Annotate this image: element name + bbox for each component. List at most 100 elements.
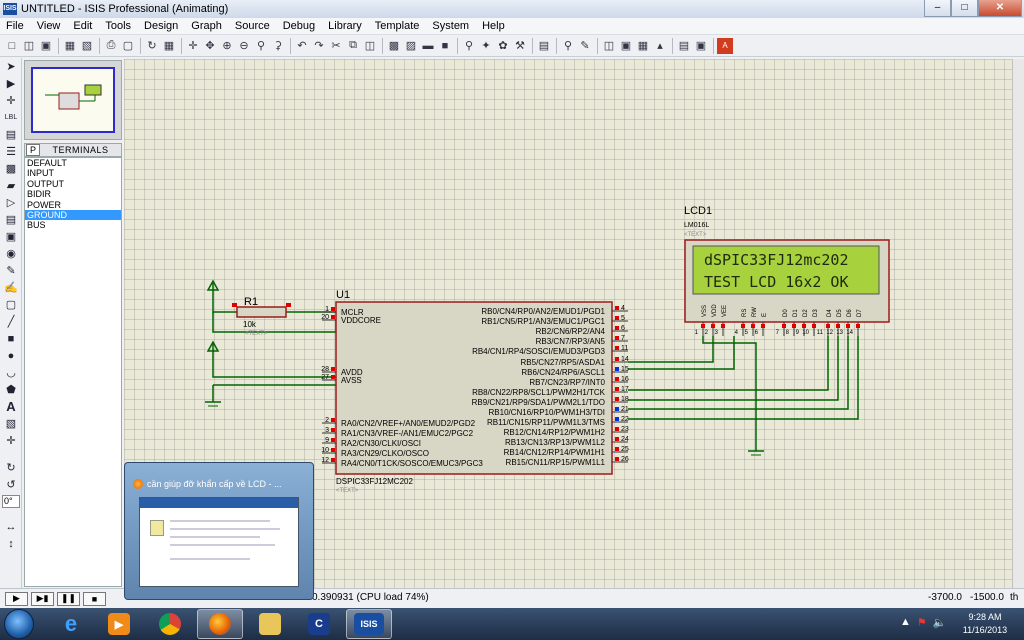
marker-icon[interactable]: ✛ [1, 432, 21, 449]
property-tool-icon[interactable]: ✎ [577, 38, 593, 54]
vertical-scrollbar[interactable] [1012, 59, 1024, 588]
wire-label-icon[interactable]: LBL [1, 109, 21, 126]
taskbar-media-player[interactable]: ▶ [96, 609, 142, 639]
virtual-instruments-icon[interactable]: ▢ [1, 296, 21, 313]
design-explorer-icon[interactable]: ◫ [601, 38, 617, 54]
component-mode-icon[interactable]: ▶ [1, 75, 21, 92]
wire[interactable] [212, 355, 336, 378]
open-folder-icon[interactable]: ◫ [21, 38, 37, 54]
terminal-bus[interactable]: BUS [25, 220, 121, 230]
block-copy-icon[interactable]: ▩ [386, 38, 402, 54]
menu-tools[interactable]: Tools [105, 20, 131, 32]
search-tag-icon[interactable]: ⚲ [560, 38, 576, 54]
origin-icon[interactable]: ✛ [185, 38, 201, 54]
taskbar-thumbnail-preview[interactable]: cần giúp đỡ khẩn cấp về LCD - ... [124, 462, 314, 600]
voltage-probe-icon[interactable]: ✎ [1, 262, 21, 279]
minimize-button[interactable]: – [924, 0, 951, 17]
rotate-anticlockwise-icon[interactable]: ↺ [1, 476, 21, 493]
terminal-default[interactable]: DEFAULT [25, 158, 121, 168]
print-icon[interactable]: ⎙ [103, 38, 119, 54]
close-button[interactable]: ✕ [978, 0, 1022, 17]
taskbar-isis[interactable]: ISIS [346, 609, 392, 639]
import-icon[interactable]: ▦ [62, 38, 78, 54]
menu-template[interactable]: Template [375, 20, 420, 32]
ground-terminal[interactable] [205, 385, 221, 407]
save-icon[interactable]: ▣ [38, 38, 54, 54]
zoom-all-icon[interactable]: ⚲ [253, 38, 269, 54]
block-move-icon[interactable]: ▨ [403, 38, 419, 54]
menu-help[interactable]: Help [482, 20, 505, 32]
stop-button[interactable]: ■ [83, 591, 106, 606]
copy-icon[interactable]: ⧉ [345, 38, 361, 54]
new-file-icon[interactable]: □ [4, 38, 20, 54]
lcd-lcd1[interactable]: LCD1 LM016L <TEXT> dSPIC33FJ12mc202 TEST… [684, 205, 890, 336]
pick-devices-button[interactable]: P [26, 144, 40, 156]
ground-terminal[interactable] [748, 439, 764, 456]
rotate-clockwise-icon[interactable]: ↻ [1, 459, 21, 476]
taskbar-firefox[interactable] [197, 609, 243, 639]
wire[interactable] [628, 336, 859, 420]
menu-view[interactable]: View [37, 20, 61, 32]
block-delete-icon[interactable]: ■ [437, 38, 453, 54]
wire[interactable] [702, 336, 757, 439]
taskbar-chrome[interactable] [147, 609, 193, 639]
remove-sheet-icon[interactable]: ▦ [635, 38, 651, 54]
symbol-icon[interactable]: ▧ [1, 415, 21, 432]
circle-icon[interactable]: ● [1, 347, 21, 364]
power-terminal[interactable] [206, 340, 220, 355]
undo-icon[interactable]: ↶ [294, 38, 310, 54]
redraw-icon[interactable]: ↻ [144, 38, 160, 54]
path-icon[interactable]: ⬟ [1, 381, 21, 398]
power-terminal[interactable] [206, 279, 220, 295]
volume-icon[interactable]: 🔈 [933, 616, 947, 629]
rotation-angle-field[interactable]: 0° [2, 495, 20, 508]
device-pins-icon[interactable]: ▷ [1, 194, 21, 211]
pause-button[interactable]: ❚❚ [57, 591, 80, 606]
network-flag-icon[interactable]: ⚑ [917, 616, 927, 629]
terminal-power[interactable]: POWER [25, 200, 121, 210]
electrical-rule-check-icon[interactable]: ▣ [693, 38, 709, 54]
packaging-tool-icon[interactable]: ⚒ [512, 38, 528, 54]
wire-autorouter-icon[interactable]: ▤ [536, 38, 552, 54]
mirror-x-icon[interactable]: ↔ [1, 518, 21, 535]
box-icon[interactable]: ■ [1, 330, 21, 347]
show-hidden-icons-icon[interactable]: ▲ [900, 616, 911, 629]
zoom-out-icon[interactable]: ⊖ [236, 38, 252, 54]
mcu-u1[interactable]: U1 DSPIC33FJ12MC202 <TEXT> 1 MCLR20 VDDCOR… [321, 289, 629, 494]
overview-window[interactable] [24, 60, 122, 140]
terminals-mode-icon[interactable]: ▰ [1, 177, 21, 194]
mirror-y-icon[interactable]: ↕ [1, 535, 21, 552]
graph-mode-icon[interactable]: ▤ [1, 211, 21, 228]
overview-viewport[interactable] [31, 67, 115, 133]
new-sheet-icon[interactable]: ▣ [618, 38, 634, 54]
text-icon[interactable]: A [1, 398, 21, 415]
generator-icon[interactable]: ◉ [1, 245, 21, 262]
line-icon[interactable]: ╱ [1, 313, 21, 330]
taskbar-internet-explorer[interactable]: e [48, 609, 94, 639]
menu-debug[interactable]: Debug [283, 20, 315, 32]
buses-icon[interactable]: ☰ [1, 143, 21, 160]
junction-dot-icon[interactable]: ✛ [1, 92, 21, 109]
menu-file[interactable]: File [6, 20, 24, 32]
selection-mode-icon[interactable]: ➤ [1, 58, 21, 75]
taskbar-file-explorer[interactable] [247, 609, 293, 639]
redo-icon[interactable]: ↷ [311, 38, 327, 54]
current-probe-icon[interactable]: ✍ [1, 279, 21, 296]
bill-of-materials-icon[interactable]: ▤ [676, 38, 692, 54]
wire[interactable] [628, 336, 849, 410]
taskbar-ccs[interactable]: C [296, 609, 342, 639]
menu-system[interactable]: System [432, 20, 469, 32]
terminal-output[interactable]: OUTPUT [25, 179, 121, 189]
resistor-r1[interactable]: R1 10k <TEXT> [232, 296, 291, 337]
print-area-icon[interactable]: ▢ [120, 38, 136, 54]
tape-recorder-icon[interactable]: ▣ [1, 228, 21, 245]
pick-device-icon[interactable]: ⚲ [461, 38, 477, 54]
subcircuit-icon[interactable]: ▩ [1, 160, 21, 177]
zoom-area-icon[interactable]: ⚳ [270, 38, 286, 54]
text-script-icon[interactable]: ▤ [1, 126, 21, 143]
netlist-to-ares-icon[interactable]: A [717, 37, 733, 54]
make-device-icon[interactable]: ✦ [478, 38, 494, 54]
menu-library[interactable]: Library [328, 20, 362, 32]
menu-source[interactable]: Source [235, 20, 270, 32]
units-label[interactable]: th [1010, 592, 1018, 603]
